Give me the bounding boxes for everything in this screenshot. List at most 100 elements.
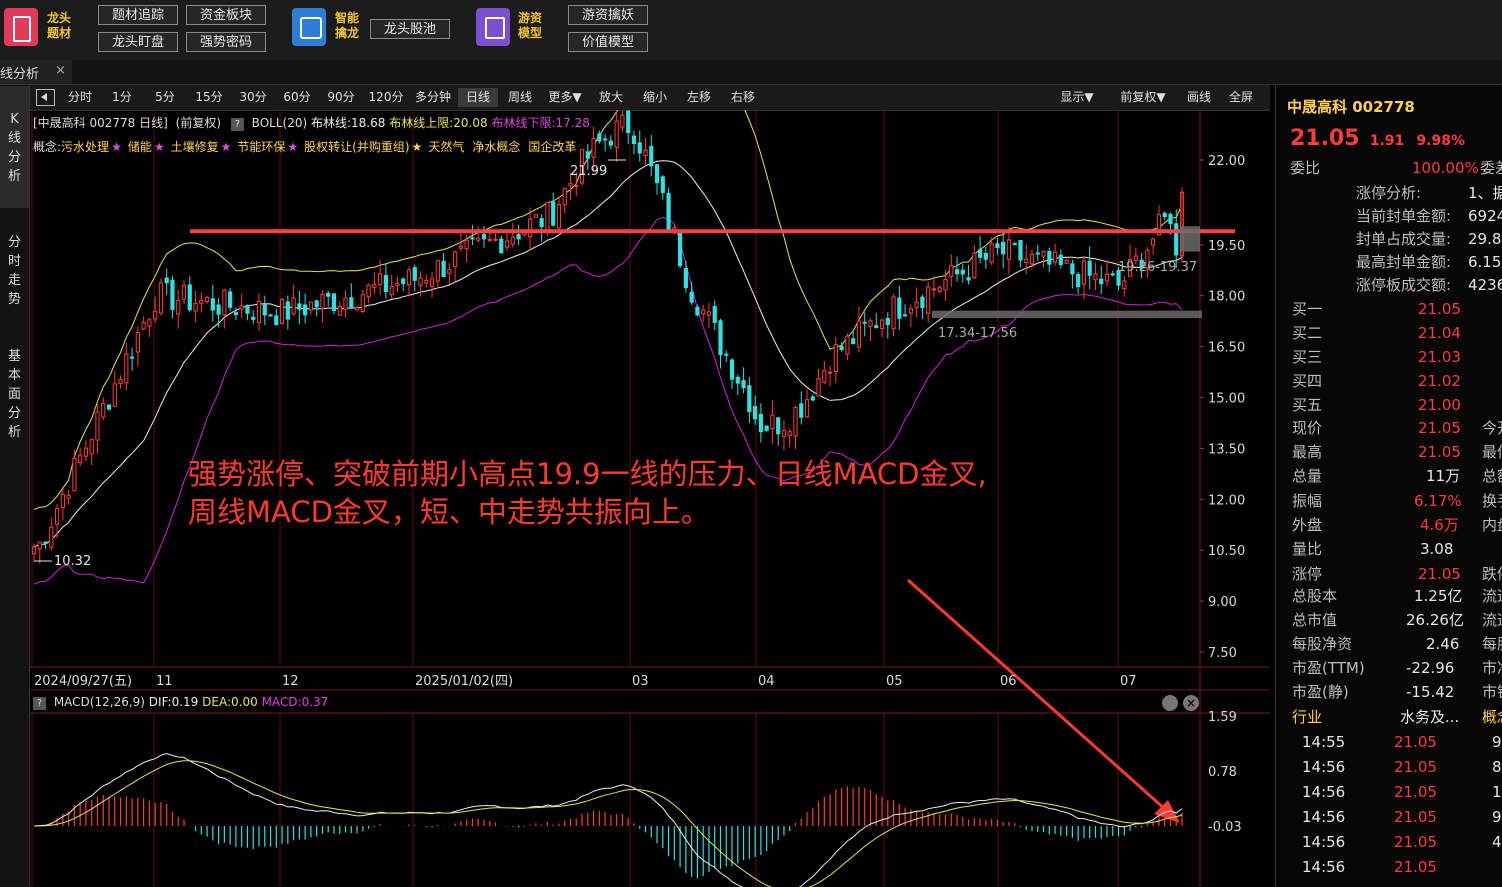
collapse-icon[interactable]: [36, 89, 55, 106]
period-2-button[interactable]: 5分: [144, 88, 186, 107]
macd-value: MACD:0.37: [261, 695, 329, 709]
strong-code-button[interactable]: 强势密码: [186, 32, 266, 52]
nav-fundamentals[interactable]: 基本面分析: [0, 347, 29, 442]
leader-watch-button[interactable]: 龙头盯盘: [98, 32, 178, 52]
candle: [49, 517, 54, 551]
candle: [1070, 259, 1075, 289]
fund-extra-label: 市销: [1482, 683, 1502, 701]
candle: [164, 268, 169, 295]
candle: [701, 305, 706, 322]
gear-icon[interactable]: [1162, 695, 1178, 711]
concept-item[interactable]: 天然气: [428, 140, 464, 154]
limit-info-value: 29.83: [1468, 230, 1502, 248]
candle: [147, 317, 152, 338]
help-icon[interactable]: ?: [230, 118, 244, 131]
stat-label: 外盘: [1292, 516, 1323, 534]
fund-value: -15.42: [1406, 683, 1455, 701]
period-3-button[interactable]: 15分: [188, 88, 230, 107]
candle: [170, 276, 175, 319]
candle: [251, 309, 256, 325]
candle: [977, 235, 983, 264]
fund-extra-label: 市净: [1482, 659, 1502, 677]
candle: [493, 233, 498, 242]
macd-y-tick-label: -0.03: [1208, 820, 1242, 835]
candle: [718, 318, 723, 369]
period-10-button[interactable]: 周线: [500, 88, 540, 107]
candle: [187, 276, 192, 312]
close-icon[interactable]: ×: [55, 63, 66, 78]
candle: [689, 281, 694, 305]
fund-sector-button[interactable]: 资金板块: [186, 5, 266, 25]
stat-extra-label: 最低: [1482, 443, 1502, 461]
tick-time: 14:56: [1302, 783, 1346, 801]
period-4-button[interactable]: 30分: [232, 88, 274, 107]
period-6-button[interactable]: 90分: [320, 88, 362, 107]
period-7-button[interactable]: 120分: [364, 88, 408, 107]
topic-tracking-button[interactable]: 题材追踪: [98, 5, 178, 25]
concept-item[interactable]: 净水概念: [472, 140, 520, 154]
candle: [1018, 240, 1023, 268]
period-13-button[interactable]: 缩小: [634, 88, 676, 107]
concept-item[interactable]: 节能环保: [237, 140, 285, 154]
low-price-label: 10.32: [54, 554, 91, 569]
toolbar-right-3-button[interactable]: 全屏: [1222, 88, 1260, 107]
macd-label: MACD(12,26,9): [53, 695, 145, 709]
range-band[interactable]: [1180, 226, 1200, 252]
period-1-button[interactable]: 1分: [102, 88, 142, 107]
period-9-button[interactable]: 日线: [458, 88, 498, 107]
hot-money-button[interactable]: 游资擒妖: [568, 5, 648, 25]
period-15-button[interactable]: 右移: [722, 88, 764, 107]
candle: [343, 290, 348, 318]
toolbar-right-1-button[interactable]: 前复权▼: [1112, 88, 1174, 107]
support-band[interactable]: [932, 310, 1202, 319]
candle: [256, 293, 262, 332]
macd-dif: DIF:0.19: [148, 695, 199, 709]
weicha-label: 委差: [1480, 159, 1502, 177]
stat-label: 现价: [1292, 419, 1323, 437]
candle: [481, 225, 487, 248]
period-5-button[interactable]: 60分: [276, 88, 318, 107]
model-app-icon[interactable]: [476, 8, 510, 46]
leader-pool-button[interactable]: 龙头股池: [370, 19, 450, 39]
concept-item[interactable]: 储能: [128, 140, 152, 154]
book-icon[interactable]: [4, 8, 38, 46]
macd-help-icon[interactable]: ?: [33, 697, 46, 710]
fund-value: 1.25亿: [1414, 587, 1463, 605]
candle: [695, 304, 700, 317]
concept-item[interactable]: 污水处理: [61, 140, 109, 154]
nav-kline-analysis[interactable]: K线分析: [0, 110, 29, 186]
period-11-button[interactable]: 更多▼: [542, 88, 588, 107]
candle: [78, 447, 83, 467]
candle: [412, 264, 417, 292]
nav-timeshare[interactable]: 分时走势: [0, 233, 29, 309]
fund-value: -22.96: [1406, 659, 1455, 677]
fund-label: 市盈(TTM): [1292, 659, 1365, 677]
candle: [297, 291, 302, 325]
macd-info-line: ? MACD(12,26,9) DIF:0.19 DEA:0.00 MACD:0…: [33, 695, 328, 710]
concept-item[interactable]: 国企改革: [528, 140, 576, 154]
boll-upper: 布林线上限:20.08: [389, 116, 488, 130]
value-model-button[interactable]: 价值模型: [568, 32, 648, 52]
star-icon: ★: [411, 140, 423, 154]
stat-value: 21.05: [1418, 443, 1461, 461]
macd-dif-line: [33, 752, 1183, 887]
candle: [216, 298, 221, 328]
period-0-button[interactable]: 分时: [60, 88, 100, 107]
period-12-button[interactable]: 放大: [590, 88, 632, 107]
candle: [649, 135, 654, 177]
concept-item[interactable]: 土壤修复: [171, 140, 219, 154]
toolbar-right-0-button[interactable]: 显示▼: [1048, 88, 1106, 107]
candle: [112, 370, 117, 407]
tab-kline-analysis[interactable]: 线分析 ×: [0, 60, 72, 84]
y-tick-label: 9.00: [1208, 595, 1237, 610]
candle: [72, 449, 77, 492]
x-tick-label: 07: [1120, 674, 1137, 689]
candle: [43, 541, 48, 550]
chart-app-icon[interactable]: [292, 8, 326, 46]
concept-item[interactable]: 股权转让(并购重组): [304, 140, 409, 154]
period-14-button[interactable]: 左移: [678, 88, 720, 107]
period-8-button[interactable]: 多分钟: [410, 88, 456, 107]
toolbar-right-2-button[interactable]: 画线: [1180, 88, 1218, 107]
x-tick-label: 05: [886, 674, 903, 689]
close-circle-icon[interactable]: ×: [1183, 695, 1199, 711]
